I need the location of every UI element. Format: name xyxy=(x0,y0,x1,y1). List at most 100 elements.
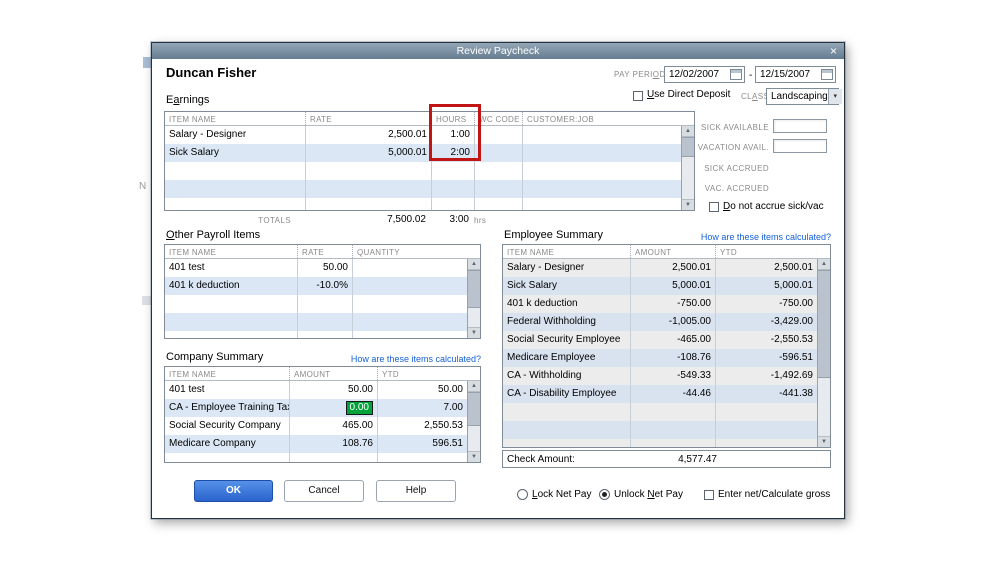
ok-button[interactable]: OK xyxy=(194,480,273,502)
amount-cell[interactable]: -750.00 xyxy=(630,295,715,313)
company-summary-row[interactable]: CA - Employee Training Tax 0.00 7.00 xyxy=(165,399,467,417)
rate-cell[interactable]: 50.00 xyxy=(297,259,352,277)
amount-cell[interactable]: -1,005.00 xyxy=(630,313,715,331)
amount-cell[interactable]: 108.76 xyxy=(289,435,377,453)
item-cell[interactable]: Sick Salary xyxy=(165,144,305,162)
item-cell[interactable]: Salary - Designer xyxy=(503,259,630,277)
employee-summary-row[interactable]: CA - Withholding -549.33 -1,492.69 xyxy=(503,367,817,385)
employee-calculation-help-link[interactable]: How are these items calculated? xyxy=(632,232,831,242)
ytd-cell[interactable]: 2,550.53 xyxy=(377,417,467,435)
lock-net-pay-label[interactable]: Lock Net Pay xyxy=(532,489,591,500)
item-cell[interactable]: Medicare Company xyxy=(165,435,289,453)
earnings-row[interactable]: Sick Salary 5,000.01 2:00 xyxy=(165,144,681,162)
dropdown-arrow-icon[interactable]: ▾ xyxy=(827,89,842,104)
class-dropdown[interactable]: Landscaping ▾ xyxy=(766,88,842,105)
employee-summary-row[interactable]: Federal Withholding -1,005.00 -3,429.00 xyxy=(503,313,817,331)
enter-net-checkbox[interactable] xyxy=(704,490,714,500)
do-not-accrue-label[interactable]: Do not accrue sick/vac xyxy=(723,201,824,212)
scrollbar-thumb[interactable] xyxy=(468,392,480,426)
pay-period-start-field[interactable]: 12/02/2007 xyxy=(664,66,745,83)
earnings-row[interactable]: Salary - Designer 2,500.01 1:00 xyxy=(165,126,681,144)
scroll-down-icon[interactable]: ▼ xyxy=(468,451,480,462)
unlock-net-pay-label[interactable]: Unlock Net Pay xyxy=(614,489,683,500)
ytd-cell[interactable]: -2,550.53 xyxy=(715,331,817,349)
scrollbar-thumb[interactable] xyxy=(468,270,480,308)
cancel-button[interactable]: Cancel xyxy=(284,480,364,502)
vertical-scrollbar[interactable]: ▲ ▼ xyxy=(817,259,830,447)
employee-summary-row[interactable]: Sick Salary 5,000.01 5,000.01 xyxy=(503,277,817,295)
employee-summary-row[interactable]: Salary - Designer 2,500.01 2,500.01 xyxy=(503,259,817,277)
ytd-cell[interactable]: 7.00 xyxy=(377,399,467,417)
close-icon[interactable]: × xyxy=(830,44,837,58)
ytd-cell[interactable]: 50.00 xyxy=(377,381,467,399)
customer-job-cell[interactable] xyxy=(522,126,681,144)
amount-cell[interactable]: 50.00 xyxy=(289,381,377,399)
other-payroll-row[interactable]: 401 k deduction -10.0% xyxy=(165,277,467,295)
company-summary-row[interactable]: Medicare Company 108.76 596.51 xyxy=(165,435,467,453)
other-payroll-row[interactable]: 401 test 50.00 xyxy=(165,259,467,277)
calendar-icon[interactable] xyxy=(730,69,742,80)
ytd-cell[interactable]: -596.51 xyxy=(715,349,817,367)
item-cell[interactable]: Federal Withholding xyxy=(503,313,630,331)
customer-job-cell[interactable] xyxy=(522,144,681,162)
company-summary-row[interactable]: Social Security Company 465.00 2,550.53 xyxy=(165,417,467,435)
item-cell[interactable]: CA - Employee Training Tax xyxy=(165,399,289,417)
item-cell[interactable]: Medicare Employee xyxy=(503,349,630,367)
scroll-up-icon[interactable]: ▲ xyxy=(468,381,480,392)
amount-cell[interactable]: -44.46 xyxy=(630,385,715,403)
company-summary-row[interactable]: 401 test 50.00 50.00 xyxy=(165,381,467,399)
scroll-down-icon[interactable]: ▼ xyxy=(468,327,480,338)
ytd-cell[interactable]: 596.51 xyxy=(377,435,467,453)
vacation-avail-field[interactable] xyxy=(773,139,827,153)
employee-summary-row[interactable]: CA - Disability Employee -44.46 -441.38 xyxy=(503,385,817,403)
vertical-scrollbar[interactable]: ▲ ▼ xyxy=(467,381,480,462)
rate-cell[interactable]: -10.0% xyxy=(297,277,352,295)
do-not-accrue-checkbox[interactable] xyxy=(709,202,719,212)
vertical-scrollbar[interactable]: ▲ ▼ xyxy=(467,259,480,338)
item-cell[interactable]: 401 k deduction xyxy=(503,295,630,313)
item-cell[interactable]: CA - Withholding xyxy=(503,367,630,385)
use-direct-deposit-label[interactable]: Use Direct Deposit xyxy=(647,89,730,100)
quantity-cell[interactable] xyxy=(352,259,467,277)
ytd-cell[interactable]: 2,500.01 xyxy=(715,259,817,277)
employee-summary-row[interactable]: Medicare Employee -108.76 -596.51 xyxy=(503,349,817,367)
item-cell[interactable]: Salary - Designer xyxy=(165,126,305,144)
wc-code-cell[interactable] xyxy=(474,144,522,162)
enter-net-label[interactable]: Enter net/Calculate gross xyxy=(718,489,830,500)
ytd-cell[interactable]: -3,429.00 xyxy=(715,313,817,331)
company-calculation-help-link[interactable]: How are these items calculated? xyxy=(312,354,481,364)
ytd-cell[interactable]: 5,000.01 xyxy=(715,277,817,295)
dialog-titlebar[interactable]: Review Paycheck × xyxy=(152,43,844,59)
scroll-up-icon[interactable]: ▲ xyxy=(468,259,480,270)
help-button[interactable]: Help xyxy=(376,480,456,502)
item-cell[interactable]: Sick Salary xyxy=(503,277,630,295)
sick-available-field[interactable] xyxy=(773,119,827,133)
amount-cell[interactable]: 5,000.01 xyxy=(630,277,715,295)
quantity-cell[interactable] xyxy=(352,277,467,295)
calendar-icon[interactable] xyxy=(821,69,833,80)
item-cell[interactable]: 401 test xyxy=(165,259,297,277)
amount-cell[interactable]: 465.00 xyxy=(289,417,377,435)
amount-cell[interactable]: -549.33 xyxy=(630,367,715,385)
amount-cell[interactable]: 2,500.01 xyxy=(630,259,715,277)
employee-summary-row[interactable]: Social Security Employee -465.00 -2,550.… xyxy=(503,331,817,349)
scrollbar-thumb[interactable] xyxy=(818,270,830,378)
amount-cell[interactable]: -465.00 xyxy=(630,331,715,349)
item-cell[interactable]: CA - Disability Employee xyxy=(503,385,630,403)
lock-net-pay-radio[interactable] xyxy=(517,489,528,500)
rate-cell[interactable]: 2,500.01 xyxy=(305,126,431,144)
item-cell[interactable]: 401 test xyxy=(165,381,289,399)
pay-period-end-field[interactable]: 12/15/2007 xyxy=(755,66,836,83)
use-direct-deposit-checkbox[interactable] xyxy=(633,91,643,101)
hours-cell[interactable]: 2:00 xyxy=(431,144,474,162)
scroll-up-icon[interactable]: ▲ xyxy=(818,259,830,270)
wc-code-cell[interactable] xyxy=(474,126,522,144)
amount-cell[interactable]: -108.76 xyxy=(630,349,715,367)
item-cell[interactable]: Social Security Company xyxy=(165,417,289,435)
item-cell[interactable]: Social Security Employee xyxy=(503,331,630,349)
ytd-cell[interactable]: -750.00 xyxy=(715,295,817,313)
ytd-cell[interactable]: -1,492.69 xyxy=(715,367,817,385)
ytd-cell[interactable]: -441.38 xyxy=(715,385,817,403)
item-cell[interactable]: 401 k deduction xyxy=(165,277,297,295)
scroll-down-icon[interactable]: ▼ xyxy=(682,199,694,210)
